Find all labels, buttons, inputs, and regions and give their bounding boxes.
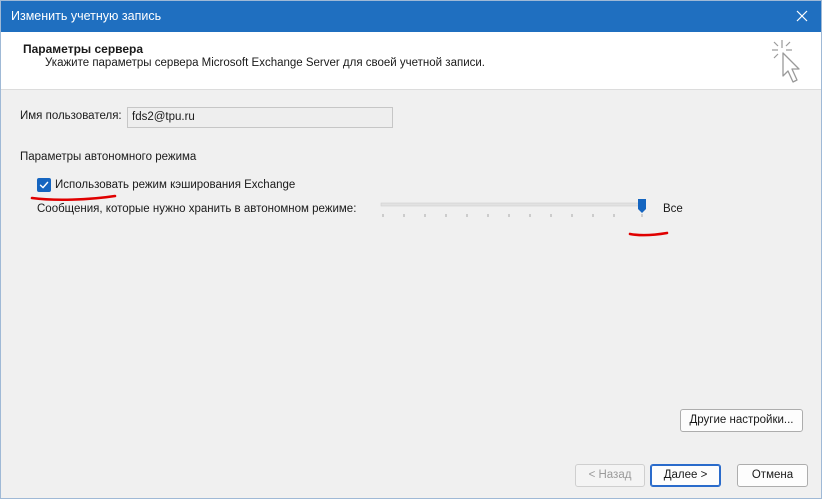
edit-account-dialog: Изменить учетную запись Параметры сервер…: [0, 0, 822, 499]
next-button[interactable]: Далее >: [650, 464, 721, 487]
offline-period-slider[interactable]: [379, 197, 657, 219]
exchange-cache-checkbox[interactable]: [37, 178, 51, 192]
username-field[interactable]: fds2@tpu.ru: [127, 107, 393, 128]
slider-thumb[interactable]: [638, 199, 646, 213]
page-title: Параметры сервера: [23, 42, 144, 56]
title-bar: Изменить учетную запись: [1, 1, 821, 32]
cursor-click-icon: [766, 36, 814, 86]
close-icon[interactable]: [791, 6, 813, 26]
slider-value-label: Все: [663, 203, 683, 215]
more-settings-button[interactable]: Другие настройки...: [680, 409, 803, 432]
back-button[interactable]: < Назад: [575, 464, 645, 487]
username-label: Имя пользователя:: [20, 110, 122, 122]
cancel-button[interactable]: Отмена: [737, 464, 808, 487]
annotation-underline-slider: [628, 231, 669, 237]
annotation-underline-checkbox: [30, 194, 117, 202]
exchange-cache-label: Использовать режим кэширования Exchange: [55, 179, 296, 191]
header-panel: Параметры сервера Укажите параметры серв…: [1, 32, 821, 90]
window-title: Изменить учетную запись: [11, 9, 162, 23]
page-subtitle: Укажите параметры сервера Microsoft Exch…: [45, 57, 485, 69]
offline-section-label: Параметры автономного режима: [20, 151, 197, 163]
